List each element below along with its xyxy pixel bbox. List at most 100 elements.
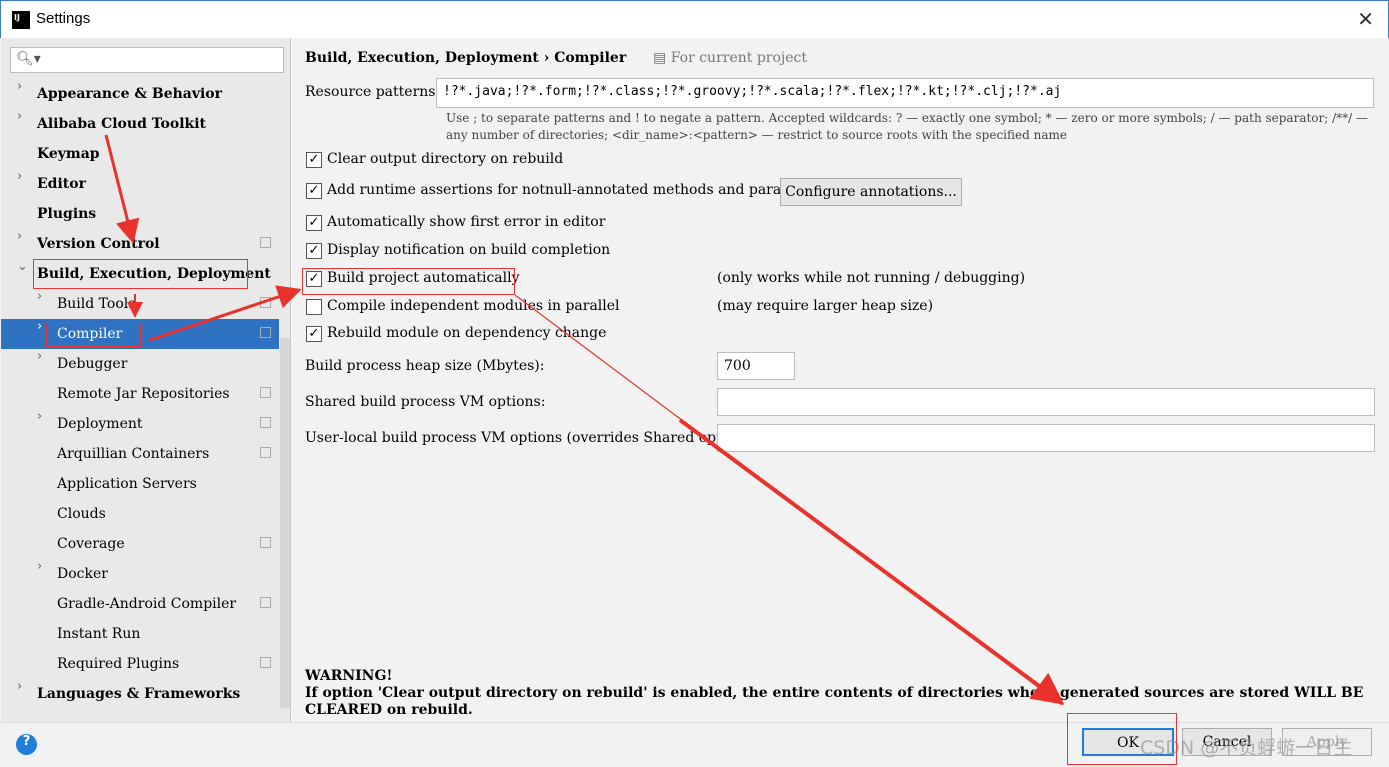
checkbox[interactable]: ✓ — [306, 271, 322, 287]
option-note: (only works while not running / debuggin… — [717, 270, 1026, 286]
project-settings-icon — [260, 237, 271, 248]
close-icon[interactable]: ✕ — [1357, 7, 1374, 31]
sidebar-item[interactable]: Instant Run — [1, 619, 279, 649]
warning-message: WARNING! If option 'Clear output director… — [305, 668, 1388, 719]
sidebar-item-label: Editor — [37, 176, 86, 192]
sidebar-item-label: Docker — [57, 566, 108, 582]
compiler-settings-panel: Build, Execution, Deployment › Compiler … — [292, 38, 1388, 722]
sidebar-item[interactable]: Gradle-Android Compiler — [1, 589, 279, 619]
help-icon[interactable]: ? — [16, 734, 37, 755]
chevron-right-icon[interactable]: › — [17, 679, 22, 694]
sidebar-item-label: Debugger — [57, 356, 128, 372]
checkbox[interactable]: ✓ — [306, 152, 322, 168]
heap-size-input[interactable]: 700 — [717, 352, 795, 380]
sidebar-item[interactable]: › Build Tools — [1, 289, 279, 319]
sidebar-item-label: Alibaba Cloud Toolkit — [37, 116, 207, 132]
chevron-right-icon[interactable]: › — [37, 319, 42, 334]
sidebar-item[interactable]: Required Plugins — [1, 649, 279, 679]
option-label[interactable]: Build project automatically — [327, 270, 520, 286]
sidebar-item[interactable]: › Debugger — [1, 349, 279, 379]
option-label[interactable]: Automatically show first error in editor — [327, 214, 605, 230]
warning-title: WARNING! — [305, 668, 393, 684]
sidebar-item[interactable]: › Languages & Frameworks — [1, 679, 279, 709]
shared-vm-input[interactable] — [717, 388, 1375, 416]
sidebar-item[interactable]: › Docker — [1, 559, 279, 589]
sidebar-item-label: Compiler — [57, 326, 123, 342]
hint-line-1: Use ; to separate patterns and ! to nega… — [446, 111, 1369, 125]
option-label[interactable]: Display notification on build completion — [327, 242, 610, 258]
sidebar-item[interactable]: › Version Control — [1, 229, 279, 259]
chevron-right-icon[interactable]: › — [17, 79, 22, 94]
project-settings-icon — [260, 387, 271, 398]
option-label[interactable]: Clear output directory on rebuild — [327, 151, 563, 167]
sidebar-item[interactable]: ⌄ Build, Execution, Deployment — [1, 259, 279, 289]
sidebar-item-label: Languages & Frameworks — [37, 686, 241, 702]
resource-patterns-input[interactable]: !?*.java;!?*.form;!?*.class;!?*.groovy;!… — [436, 78, 1374, 108]
sidebar-item-label: Build Tools — [57, 296, 136, 312]
hint-line-2: any number of directories; <dir_name>:<p… — [446, 128, 1067, 142]
breadcrumb: Build, Execution, Deployment › Compiler … — [305, 50, 807, 66]
chevron-right-icon[interactable]: › — [17, 229, 22, 244]
sidebar-item-label: Instant Run — [57, 626, 141, 642]
checkbox[interactable]: ✓ — [306, 183, 322, 199]
sidebar-item-label: Appearance & Behavior — [37, 86, 223, 102]
project-settings-icon — [260, 327, 271, 338]
configure-annotations-button[interactable]: Configure annotations... — [780, 178, 962, 206]
resource-patterns-hint: Use ; to separate patterns and ! to nega… — [446, 110, 1376, 144]
chevron-right-icon[interactable]: › — [37, 559, 42, 574]
chevron-down-icon[interactable]: ⌄ — [17, 259, 28, 274]
option-label[interactable]: Rebuild module on dependency change — [327, 325, 606, 341]
sidebar-item[interactable]: › Editor — [1, 169, 279, 199]
window-title: Settings — [36, 10, 91, 27]
user-vm-label: User-local build process VM options (ove… — [305, 430, 762, 446]
sidebar-item[interactable]: › Alibaba Cloud Toolkit — [1, 109, 279, 139]
shared-vm-label: Shared build process VM options: — [305, 394, 546, 410]
sidebar-item[interactable]: › Appearance & Behavior — [1, 79, 279, 109]
intellij-logo-icon: IJ — [12, 11, 30, 29]
chevron-right-icon[interactable]: › — [37, 349, 42, 364]
project-settings-icon — [260, 447, 271, 458]
sidebar-item-label: Keymap — [37, 146, 100, 162]
sidebar-item-label: Gradle-Android Compiler — [57, 596, 237, 612]
project-settings-icon — [260, 537, 271, 548]
user-vm-input[interactable] — [717, 424, 1375, 452]
sidebar-item[interactable]: Remote Jar Repositories — [1, 379, 279, 409]
chevron-right-icon[interactable]: › — [17, 109, 22, 124]
checkbox[interactable]: ✓ — [306, 326, 322, 342]
project-settings-icon — [260, 597, 271, 608]
heap-size-label: Build process heap size (Mbytes): — [305, 358, 545, 374]
chevron-right-icon[interactable]: › — [37, 409, 42, 424]
title-bar: IJ Settings ✕ — [0, 0, 1389, 38]
sidebar-item[interactable]: Arquillian Containers — [1, 439, 279, 469]
option-label[interactable]: Compile independent modules in parallel — [327, 298, 620, 314]
sidebar-item-label: Application Servers — [57, 476, 197, 492]
sidebar-item-label: Required Plugins — [57, 656, 180, 672]
sidebar-item-label: Clouds — [57, 506, 106, 522]
project-settings-icon — [260, 657, 271, 668]
sidebar-item[interactable]: Coverage — [1, 529, 279, 559]
sidebar-item[interactable]: Plugins — [1, 199, 279, 229]
option-label[interactable]: Add runtime assertions for notnull-annot… — [327, 182, 831, 198]
project-settings-icon — [260, 297, 271, 308]
sidebar-item-label: Arquillian Containers — [57, 446, 210, 462]
sidebar-item[interactable]: Keymap — [1, 139, 279, 169]
chevron-right-icon[interactable]: › — [37, 289, 42, 304]
search-icon: 🔍︎▾ — [16, 51, 41, 67]
search-input[interactable]: 🔍︎▾ — [10, 47, 284, 73]
sidebar-item[interactable]: › Deployment — [1, 409, 279, 439]
sidebar-item[interactable]: Clouds — [1, 499, 279, 529]
checkbox[interactable] — [306, 299, 322, 315]
checkbox[interactable]: ✓ — [306, 243, 322, 259]
chevron-right-icon[interactable]: › — [17, 169, 22, 184]
sidebar-scrollbar[interactable] — [280, 338, 290, 708]
option-note: (may require larger heap size) — [717, 298, 934, 314]
sidebar-item[interactable]: › Compiler — [1, 319, 279, 349]
sidebar-item[interactable]: Application Servers — [1, 469, 279, 499]
checkbox[interactable]: ✓ — [306, 215, 322, 231]
sidebar-item-label: Version Control — [37, 236, 160, 252]
resource-patterns-label: Resource patterns: — [305, 84, 441, 100]
project-scope-label: ▤ For current project — [653, 50, 808, 66]
sidebar-item-label: Coverage — [57, 536, 125, 552]
warning-text: If option 'Clear output directory on reb… — [305, 685, 1364, 718]
sidebar-item-label: Build, Execution, Deployment — [37, 266, 271, 282]
